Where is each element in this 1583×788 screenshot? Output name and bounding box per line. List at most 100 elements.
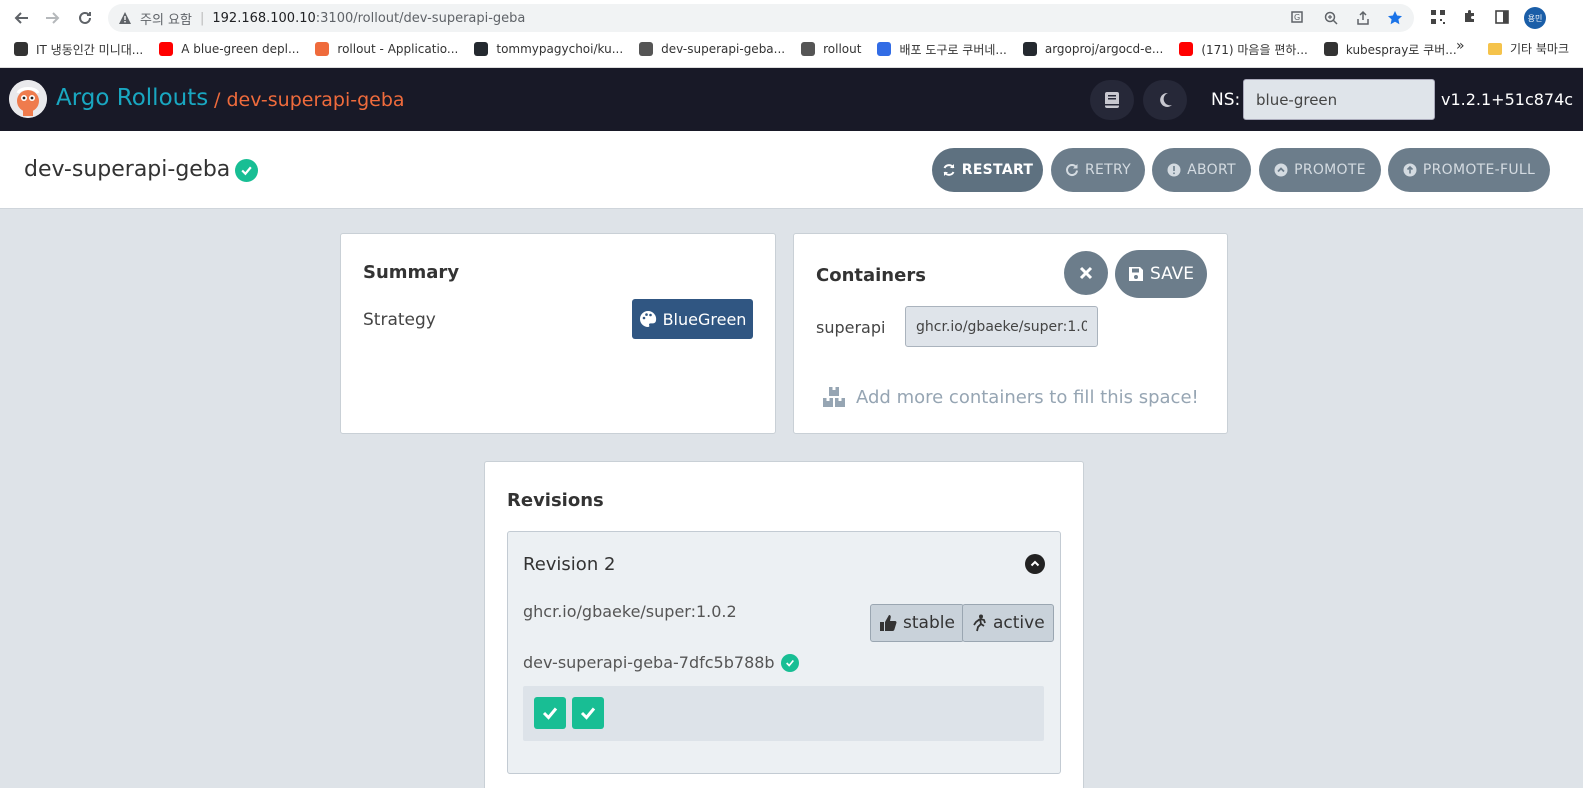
bookmark-favicon-icon [1022,42,1037,56]
url-separator: | [199,10,205,26]
close-icon [1079,266,1093,280]
promote-full-label: PROMOTE-FULL [1422,162,1536,178]
container-image-input[interactable] [905,306,1098,347]
rollout-title: dev-superapi-geba [24,157,231,182]
strategy-label: Strategy [363,310,436,330]
folder-icon [1488,42,1502,55]
bookmarks-bar: IT 냉동인간 미니대... A blue-green depl... rollou… [14,38,1473,60]
extensions-puzzle-icon[interactable] [1460,7,1480,27]
bookmark-label: tommypagychoi/ku... [496,42,624,56]
restart-label: RESTART [961,162,1034,178]
restart-icon [942,163,956,177]
bookmark-label: IT 냉동인간 미니대... [36,42,144,57]
other-bookmarks-folder[interactable]: 기타 북마크 [1488,40,1569,57]
replicaset-label: dev-superapi-geba-7dfc5b788b [523,653,775,672]
bookmark-item[interactable]: IT 냉동인간 미니대... [14,41,143,58]
breadcrumb: / dev-superapi-geba [214,89,405,111]
other-bookmarks-label: 기타 북마크 [1510,42,1570,56]
profile-avatar[interactable]: 용민 [1524,7,1546,29]
forward-arrow-icon[interactable] [41,6,65,30]
revisions-card: Revisions Revision 2 ghcr.io/gbaeke/supe… [484,461,1084,788]
docs-book-button[interactable] [1090,80,1134,120]
active-tag: active [962,604,1054,642]
bookmark-item[interactable]: 배포 도구로 쿠버네... [877,41,1007,58]
namespace-input[interactable] [1243,79,1435,120]
add-containers-text: Add more containers to fill this space! [856,386,1199,408]
brand-title[interactable]: Argo Rollouts [56,85,208,111]
promote-full-button[interactable]: PROMOTE-FULL [1388,148,1550,192]
bookmark-label: A blue-green depl... [181,42,300,56]
pods-container [523,686,1044,741]
revision-image: ghcr.io/gbaeke/super:1.0.2 [523,602,737,621]
back-arrow-icon[interactable] [9,6,33,30]
address-bar[interactable]: 주의 요함 | 192.168.100.10 :3100/rollout/dev… [108,4,1414,32]
promote-button[interactable]: PROMOTE [1259,148,1381,192]
side-panel-icon[interactable] [1492,7,1512,27]
healthy-check-icon [235,159,258,182]
boxes-icon [823,387,845,407]
pod-healthy-icon[interactable] [534,697,566,729]
active-tag-label: active [993,613,1045,633]
theme-toggle-button[interactable] [1143,80,1187,120]
stable-tag: stable [870,604,964,642]
arrow-up-circle-icon [1403,163,1417,177]
bookmark-item[interactable]: (171) 마음을 편하... [1179,41,1308,58]
bookmark-label: argoproj/argocd-e... [1044,42,1164,56]
container-name: superapi [816,318,886,337]
cancel-edit-button[interactable] [1064,251,1108,295]
bookmark-item[interactable]: rollout - Applicatio... [315,42,458,56]
add-containers-hint: Add more containers to fill this space! [822,386,1199,408]
bookmark-item[interactable]: kubespray로 쿠버... [1323,41,1457,58]
bookmark-favicon-icon [159,42,174,56]
bookmark-favicon-icon [877,42,892,56]
abort-button[interactable]: ABORT [1152,148,1251,192]
containers-title: Containers [816,265,926,286]
zoom-icon[interactable] [1322,9,1340,27]
containers-card: Containers SAVE superapi Add more contai… [793,233,1228,434]
reload-icon[interactable] [73,6,97,30]
abort-label: ABORT [1187,162,1236,178]
url-host: 192.168.100.10 [212,10,316,26]
bookmark-favicon-icon [1179,42,1194,56]
save-button[interactable]: SAVE [1115,250,1207,298]
bookmark-favicon-icon [801,42,816,56]
thumbs-up-icon [879,614,897,632]
bookmark-label: rollout [823,42,862,56]
bookmarks-overflow-button[interactable]: » [1456,38,1465,54]
collapse-chevron-up-icon[interactable] [1025,554,1045,574]
stable-tag-label: stable [903,613,955,633]
argo-logo-icon[interactable] [9,80,47,118]
retry-icon [1065,163,1079,177]
qr-code-icon[interactable] [1428,7,1448,27]
bookmark-label: dev-superapi-geba... [661,42,786,56]
bookmark-favicon-icon [1323,42,1338,56]
rollout-toolbar: dev-superapi-geba RESTART RETRY ABORT PR… [0,131,1583,209]
revisions-title: Revisions [507,490,604,511]
running-icon [971,614,987,632]
retry-button[interactable]: RETRY [1051,148,1145,192]
translate-icon[interactable]: G [1290,9,1308,27]
info-circle-icon [1167,163,1181,177]
bookmark-item[interactable]: A blue-green depl... [159,42,299,56]
summary-title: Summary [363,262,460,283]
promote-label: PROMOTE [1294,162,1366,178]
revision-item: Revision 2 ghcr.io/gbaeke/super:1.0.2 st… [507,531,1061,774]
bookmark-item[interactable]: rollout [801,42,861,56]
pod-healthy-icon[interactable] [572,697,604,729]
bookmark-favicon-icon [14,42,28,56]
strategy-badge: BlueGreen [632,299,753,339]
palette-icon [639,310,656,327]
bookmark-item[interactable]: tommypagychoi/ku... [474,42,623,56]
bookmark-item[interactable]: argoproj/argocd-e... [1022,42,1164,56]
replicaset-name: dev-superapi-geba-7dfc5b788b [523,653,799,672]
bookmark-star-icon[interactable] [1386,9,1404,27]
save-label: SAVE [1149,264,1195,284]
bookmark-favicon-icon [315,42,330,56]
warning-icon [119,12,131,24]
version-label: v1.2.1+51c874c [1441,90,1574,109]
save-icon [1128,267,1143,281]
bookmark-favicon-icon [474,42,489,56]
share-icon[interactable] [1354,9,1372,27]
bookmark-item[interactable]: dev-superapi-geba... [639,42,785,56]
restart-button[interactable]: RESTART [932,148,1043,192]
